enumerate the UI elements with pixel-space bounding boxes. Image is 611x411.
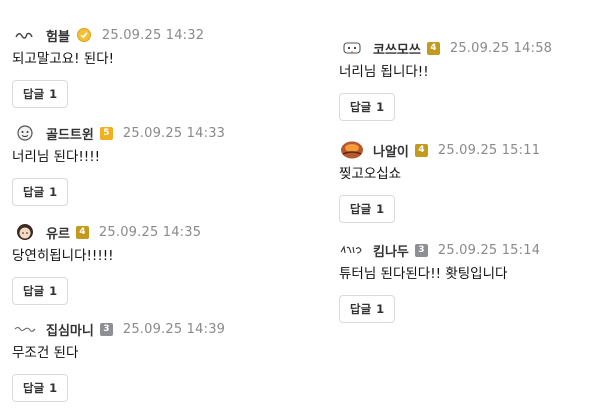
comment-text: 너리님 됩니다!! — [339, 64, 429, 80]
reply-button[interactable]: 답글 1 — [12, 80, 69, 108]
level-badge: 3 — [414, 243, 428, 257]
reply-label: 답글 — [350, 100, 372, 114]
comment-meta: 코쓰모쓰 4 25.09.25 14:58 — [339, 38, 552, 58]
avatar-scribble-icon[interactable] — [12, 26, 38, 44]
reply-label: 답글 — [23, 185, 45, 199]
comment-meta: 유르 4 25.09.25 14:35 — [12, 222, 201, 242]
timestamp: 25.09.25 15:14 — [437, 242, 541, 258]
nickname[interactable]: 코쓰모쓰 — [373, 39, 421, 58]
comment-section: 험블 25.09.25 14:32 되고말고요! 된다! 답글 1 골드트윈 5 … — [0, 0, 611, 411]
avatar-character-icon[interactable] — [339, 39, 365, 57]
reply-count: 1 — [49, 381, 58, 395]
comment-item: 집심마니 3 25.09.25 14:39 무조건 된다 답글 1 — [12, 319, 225, 402]
level-badge: 3 — [99, 322, 113, 336]
nickname[interactable]: 나알이 — [373, 141, 409, 160]
reply-button[interactable]: 답글 1 — [339, 93, 396, 121]
nickname[interactable]: 유르 — [46, 223, 70, 242]
avatar-girl-icon[interactable] — [12, 223, 38, 241]
reply-button[interactable]: 답글 1 — [12, 277, 69, 305]
reply-label: 답글 — [350, 202, 372, 216]
timestamp: 25.09.25 14:33 — [122, 125, 226, 141]
reply-count: 1 — [49, 284, 58, 298]
nickname[interactable]: 험블 — [46, 26, 70, 45]
reply-label: 답글 — [23, 87, 45, 101]
comment-meta: 나알이 4 25.09.25 15:11 — [339, 140, 540, 160]
comment-meta: 집심마니 3 25.09.25 14:39 — [12, 319, 225, 339]
avatar-character-icon[interactable] — [12, 124, 38, 142]
comment-item: 코쓰모쓰 4 25.09.25 14:58 너리님 됩니다!! 답글 1 — [339, 38, 552, 121]
reply-button[interactable]: 답글 1 — [12, 374, 69, 402]
avatar-sunset-icon[interactable] — [339, 141, 365, 159]
gold-medal-icon — [76, 27, 92, 43]
timestamp: 25.09.25 14:58 — [449, 40, 553, 56]
comment-text: 찢고오십쇼 — [339, 166, 402, 182]
reply-button[interactable]: 답글 1 — [339, 295, 396, 323]
avatar-scribble-icon[interactable] — [12, 320, 38, 338]
timestamp: 25.09.25 14:39 — [122, 321, 226, 337]
level-badge: 5 — [99, 126, 113, 140]
reply-button[interactable]: 답글 1 — [339, 195, 396, 223]
timestamp: 25.09.25 14:32 — [101, 27, 205, 43]
timestamp: 25.09.25 15:11 — [437, 142, 541, 158]
nickname[interactable]: 골드트윈 — [46, 124, 94, 143]
reply-count: 1 — [376, 202, 385, 216]
reply-count: 1 — [49, 87, 58, 101]
reply-count: 1 — [376, 100, 385, 114]
reply-label: 답글 — [350, 302, 372, 316]
reply-count: 1 — [376, 302, 385, 316]
comment-text: 무조건 된다 — [12, 345, 79, 361]
level-badge: 4 — [426, 41, 440, 55]
comment-item: 킴나두 3 25.09.25 15:14 튜터님 된다된다!! 홧팅입니다 답글… — [339, 240, 540, 323]
comment-text: 튜터님 된다된다!! 홧팅입니다 — [339, 266, 508, 282]
comment-item: 험블 25.09.25 14:32 되고말고요! 된다! 답글 1 — [12, 25, 204, 108]
comment-item: 나알이 4 25.09.25 15:11 찢고오십쇼 답글 1 — [339, 140, 540, 223]
nickname[interactable]: 킴나두 — [373, 241, 409, 260]
comment-meta: 킴나두 3 25.09.25 15:14 — [339, 240, 540, 260]
avatar-handwriting-icon[interactable] — [339, 241, 365, 259]
level-badge: 4 — [75, 225, 89, 239]
nickname[interactable]: 집심마니 — [46, 320, 94, 339]
reply-label: 답글 — [23, 381, 45, 395]
reply-count: 1 — [49, 185, 58, 199]
comment-item: 유르 4 25.09.25 14:35 당연히됩니다!!!!! 답글 1 — [12, 222, 201, 305]
comment-meta: 골드트윈 5 25.09.25 14:33 — [12, 123, 225, 143]
timestamp: 25.09.25 14:35 — [98, 224, 202, 240]
level-badge: 4 — [414, 143, 428, 157]
reply-label: 답글 — [23, 284, 45, 298]
comment-item: 골드트윈 5 25.09.25 14:33 너리님 된다!!!! 답글 1 — [12, 123, 225, 206]
comment-text: 당연히됩니다!!!!! — [12, 248, 114, 264]
comment-meta: 험블 25.09.25 14:32 — [12, 25, 204, 45]
comment-text: 되고말고요! 된다! — [12, 51, 115, 67]
comment-text: 너리님 된다!!!! — [12, 149, 101, 165]
reply-button[interactable]: 답글 1 — [12, 178, 69, 206]
